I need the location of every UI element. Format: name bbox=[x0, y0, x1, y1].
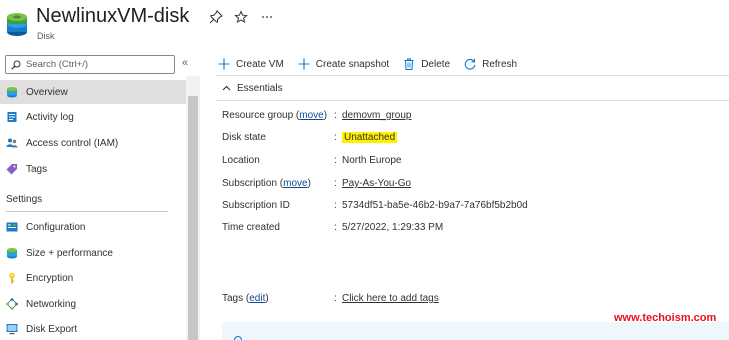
configuration-icon bbox=[6, 222, 18, 232]
location-row: Location : North Europe bbox=[222, 155, 402, 166]
disk-icon bbox=[7, 13, 27, 36]
sidebar-item-overview[interactable]: Overview bbox=[0, 80, 186, 104]
refresh-icon bbox=[464, 58, 476, 70]
search-input[interactable]: Search (Ctrl+/) bbox=[5, 55, 175, 74]
sidebar-item-tags[interactable]: Tags bbox=[0, 157, 186, 181]
sidebar-item-networking[interactable]: Networking bbox=[0, 292, 186, 316]
sidebar-item-label: Encryption bbox=[26, 272, 74, 284]
chevron-up-icon bbox=[222, 85, 231, 91]
resource-group-link[interactable]: demovm_group bbox=[342, 110, 411, 121]
tags-edit-link[interactable]: edit bbox=[249, 293, 265, 304]
trash-icon bbox=[404, 58, 414, 70]
delete-button[interactable]: Delete bbox=[403, 58, 450, 70]
disk-icon bbox=[7, 87, 17, 98]
sidebar-item-label: Overview bbox=[26, 86, 68, 98]
time-created-value: 5/27/2022, 1:29:33 PM bbox=[342, 222, 444, 233]
network-icon bbox=[6, 298, 18, 310]
key-icon bbox=[9, 272, 15, 284]
essentials-heading: Essentials bbox=[237, 83, 283, 94]
sidebar-item-encryption[interactable]: Encryption bbox=[0, 266, 186, 290]
sidebar-item-label: Size + performance bbox=[26, 247, 113, 259]
sidebar: Search (Ctrl+/) « Overview Activity log … bbox=[0, 48, 200, 340]
plus-icon bbox=[218, 58, 230, 70]
location-value: North Europe bbox=[342, 155, 402, 166]
disk-state-value: Unattached bbox=[342, 132, 398, 143]
info-circle-icon bbox=[234, 336, 242, 340]
search-placeholder: Search (Ctrl+/) bbox=[26, 59, 89, 70]
tags-label: Tags (edit) bbox=[222, 293, 269, 304]
create-snapshot-label: Create snapshot bbox=[315, 58, 390, 70]
subscription-label: Subscription (move) bbox=[222, 178, 311, 189]
subscription-row: Subscription (move) : Pay-As-You-Go bbox=[222, 178, 412, 189]
activity-log-icon bbox=[7, 112, 17, 122]
collapse-sidebar-button[interactable]: « bbox=[182, 57, 188, 69]
watermark: www.techoism.com bbox=[614, 312, 717, 324]
subscription-id-value: 5734df51-ba5e-46b2-b9a7-7a76bf5b2b0d bbox=[342, 200, 528, 211]
people-icon bbox=[6, 138, 18, 148]
sidebar-item-label: Tags bbox=[26, 163, 48, 175]
time-created-label: Time created bbox=[222, 222, 280, 233]
refresh-button[interactable]: Refresh bbox=[464, 58, 517, 70]
command-bar: Create VM Create snapshot Delete Refresh bbox=[218, 55, 531, 73]
sidebar-item-size-performance[interactable]: Size + performance bbox=[0, 241, 186, 265]
plus-icon bbox=[298, 58, 310, 70]
sidebar-scrollbar-thumb[interactable] bbox=[188, 96, 198, 340]
sidebar-item-label: Activity log bbox=[26, 111, 74, 123]
page-subtitle: Disk bbox=[37, 31, 55, 41]
sidebar-item-disk-export[interactable]: Disk Export bbox=[0, 317, 186, 340]
sidebar-item-label: Networking bbox=[26, 298, 77, 310]
sidebar-item-access-control[interactable]: Access control (IAM) bbox=[0, 131, 186, 155]
delete-label: Delete bbox=[421, 58, 451, 70]
more-icon[interactable] bbox=[260, 10, 274, 24]
subscription-link[interactable]: Pay-As-You-Go bbox=[342, 178, 411, 189]
sidebar-item-label: Configuration bbox=[26, 221, 86, 233]
create-snapshot-button[interactable]: Create snapshot bbox=[298, 58, 389, 70]
sidebar-item-activity-log[interactable]: Activity log bbox=[0, 105, 186, 129]
refresh-label: Refresh bbox=[482, 58, 518, 70]
settings-section-heading: Settings bbox=[6, 194, 43, 205]
location-label: Location bbox=[222, 155, 260, 166]
add-tags-link[interactable]: Click here to add tags bbox=[342, 293, 439, 304]
essentials-toggle[interactable]: Essentials bbox=[222, 83, 283, 94]
sidebar-item-configuration[interactable]: Configuration bbox=[0, 215, 186, 239]
create-vm-button[interactable]: Create VM bbox=[218, 58, 284, 70]
sidebar-item-label: Disk Export bbox=[26, 323, 78, 335]
star-icon[interactable] bbox=[234, 10, 248, 24]
disk-state-label: Disk state bbox=[222, 132, 266, 143]
resource-group-move-link[interactable]: move bbox=[299, 110, 323, 121]
subscription-id-row: Subscription ID : 5734df51-ba5e-46b2-b9a… bbox=[222, 200, 528, 211]
info-panel bbox=[222, 322, 729, 340]
disk-state-row: Disk state : Unattached bbox=[222, 132, 398, 143]
subscription-id-label: Subscription ID bbox=[222, 200, 290, 211]
sidebar-item-label: Access control (IAM) bbox=[26, 137, 119, 149]
resource-group-label: Resource group (move) bbox=[222, 110, 328, 121]
toolbar-divider bbox=[216, 75, 729, 76]
essentials-divider bbox=[216, 100, 729, 101]
page-title: NewlinuxVM-disk bbox=[36, 5, 190, 27]
time-created-row: Time created : 5/27/2022, 1:29:33 PM bbox=[222, 222, 444, 233]
tag-icon bbox=[6, 164, 17, 175]
page-header: NewlinuxVM-disk Disk bbox=[0, 0, 729, 48]
create-vm-label: Create VM bbox=[236, 58, 284, 70]
subscription-move-link[interactable]: move bbox=[283, 178, 307, 189]
pin-icon[interactable] bbox=[209, 10, 223, 24]
section-divider bbox=[6, 211, 168, 212]
tags-row: Tags (edit) : Click here to add tags bbox=[222, 293, 439, 304]
resource-group-row: Resource group (move) : demovm_group bbox=[222, 110, 412, 121]
export-icon bbox=[6, 324, 18, 335]
disk-size-icon bbox=[7, 248, 17, 259]
search-icon bbox=[11, 60, 21, 70]
